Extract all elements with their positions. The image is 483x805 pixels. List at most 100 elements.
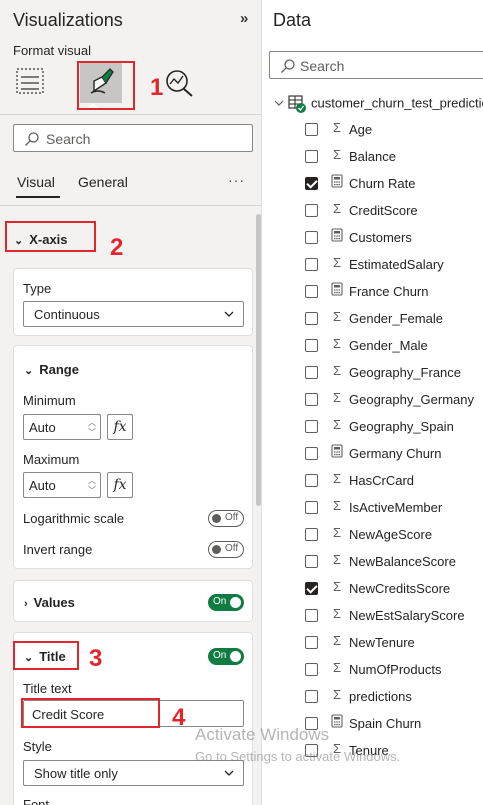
divider <box>0 114 261 115</box>
field-checkbox[interactable] <box>305 285 318 298</box>
data-title: Data <box>273 10 312 30</box>
sigma-icon: Σ <box>332 309 342 324</box>
calculator-icon <box>330 228 344 245</box>
field-checkbox[interactable] <box>305 690 318 703</box>
field-checkbox[interactable] <box>305 528 318 541</box>
chevron-down-icon <box>224 311 234 317</box>
search-icon <box>281 59 295 73</box>
annotation-box-1 <box>77 61 135 110</box>
field-checkbox[interactable] <box>305 339 318 352</box>
sigma-icon: Σ <box>332 255 342 270</box>
search-icon <box>25 132 39 146</box>
field-checkbox[interactable] <box>305 393 318 406</box>
annotation-badge-3: 3 <box>89 645 103 672</box>
type-card: Type Continuous <box>13 268 253 336</box>
field-checkbox[interactable] <box>305 204 318 217</box>
sigma-icon: Σ <box>332 201 342 216</box>
values-card: › Values On <box>13 580 253 622</box>
data-search-input[interactable]: Search <box>269 51 483 79</box>
toggle-knob <box>212 514 221 523</box>
build-visual-icon[interactable] <box>16 68 46 99</box>
collapse-pane-button[interactable]: » <box>240 10 248 27</box>
field-name: Spain Churn <box>349 716 422 731</box>
invert-range-toggle[interactable]: Off <box>208 541 244 558</box>
values-section-header[interactable]: › Values <box>24 595 75 610</box>
sigma-icon: Σ <box>332 660 342 675</box>
invert-range-label: Invert range <box>23 542 93 557</box>
maximum-label: Maximum <box>23 452 80 467</box>
format-search-input[interactable]: Search <box>13 124 253 152</box>
sigma-icon: Σ <box>332 336 342 351</box>
annotation-badge-1: 1 <box>150 74 164 101</box>
range-section-header[interactable]: ⌄ Range <box>24 362 79 377</box>
log-scale-toggle[interactable]: Off <box>208 510 244 527</box>
tab-visual[interactable]: Visual <box>17 174 55 190</box>
field-checkbox[interactable] <box>305 420 318 433</box>
maximum-input[interactable]: Auto ︿ ﹀ <box>23 472 101 498</box>
data-pane: Data Search customer_churn_test_predicti… <box>263 0 483 805</box>
field-name: IsActiveMember <box>349 500 443 515</box>
field-checkbox[interactable] <box>305 609 318 622</box>
field-name: EstimatedSalary <box>349 257 444 272</box>
style-value: Show title only <box>34 766 118 781</box>
values-toggle[interactable]: On <box>208 594 244 611</box>
annotation-box-3 <box>13 641 79 670</box>
scrollbar[interactable] <box>256 214 261 506</box>
table-node[interactable]: customer_churn_test_predictions <box>273 94 483 114</box>
field-name: NewCreditsScore <box>349 581 451 596</box>
field-checkbox[interactable] <box>305 177 318 190</box>
field-checkbox[interactable] <box>305 663 318 676</box>
field-checkbox[interactable] <box>305 474 318 487</box>
field-checkbox[interactable] <box>305 231 318 244</box>
analytics-icon[interactable] <box>164 68 196 101</box>
field-checkbox[interactable] <box>305 312 318 325</box>
field-name: Gender_Male <box>349 338 428 353</box>
divider <box>0 205 261 206</box>
field-name: Balance <box>349 149 396 164</box>
field-checkbox[interactable] <box>305 582 318 595</box>
sigma-icon: Σ <box>332 363 342 378</box>
maximum-fx-button[interactable]: fx <box>107 472 133 498</box>
chevron-down-icon[interactable]: ﹀ <box>88 485 96 496</box>
title-text-label: Title text <box>23 681 72 696</box>
sigma-icon: Σ <box>332 579 342 594</box>
sigma-icon: Σ <box>332 525 342 540</box>
type-dropdown[interactable]: Continuous <box>23 301 244 327</box>
sigma-icon: Σ <box>332 552 342 567</box>
activation-watermark-sub: Go to Settings to activate Windows. <box>195 749 401 764</box>
calculator-icon <box>330 282 344 299</box>
field-name: HasCrCard <box>349 473 415 488</box>
field-name: France Churn <box>349 284 429 299</box>
minimum-fx-button[interactable]: fx <box>107 414 133 440</box>
range-card: ⌄ Range Minimum Auto ︿ ﹀ fx Maximum Auto … <box>13 345 253 569</box>
sigma-icon: Σ <box>332 606 342 621</box>
font-label: Font <box>23 797 50 805</box>
field-checkbox[interactable] <box>305 366 318 379</box>
field-checkbox[interactable] <box>305 123 318 136</box>
field-checkbox[interactable] <box>305 447 318 460</box>
maximum-value: Auto <box>29 478 56 493</box>
field-checkbox[interactable] <box>305 555 318 568</box>
field-name: Geography_France <box>349 365 462 380</box>
tab-general[interactable]: General <box>78 174 128 190</box>
title-toggle[interactable]: On <box>208 648 244 665</box>
field-checkbox[interactable] <box>305 150 318 163</box>
sigma-icon: Σ <box>332 120 342 135</box>
annotation-box-4 <box>21 698 160 728</box>
tab-underline <box>16 196 60 198</box>
chevron-down-icon[interactable]: ﹀ <box>88 427 96 438</box>
field-checkbox[interactable] <box>305 258 318 271</box>
minimum-value: Auto <box>29 420 56 435</box>
toggle-knob <box>230 651 241 662</box>
calculator-icon <box>330 174 344 191</box>
type-label: Type <box>23 281 52 296</box>
field-name: CreditScore <box>349 203 418 218</box>
values-header-label: Values <box>33 595 75 610</box>
activation-watermark: Activate Windows <box>195 725 330 744</box>
table-icon <box>274 95 306 113</box>
minimum-input[interactable]: Auto ︿ ﹀ <box>23 414 101 440</box>
field-name: Customers <box>349 230 412 245</box>
field-checkbox[interactable] <box>305 501 318 514</box>
field-checkbox[interactable] <box>305 636 318 649</box>
more-options-button[interactable]: ··· <box>228 172 245 188</box>
